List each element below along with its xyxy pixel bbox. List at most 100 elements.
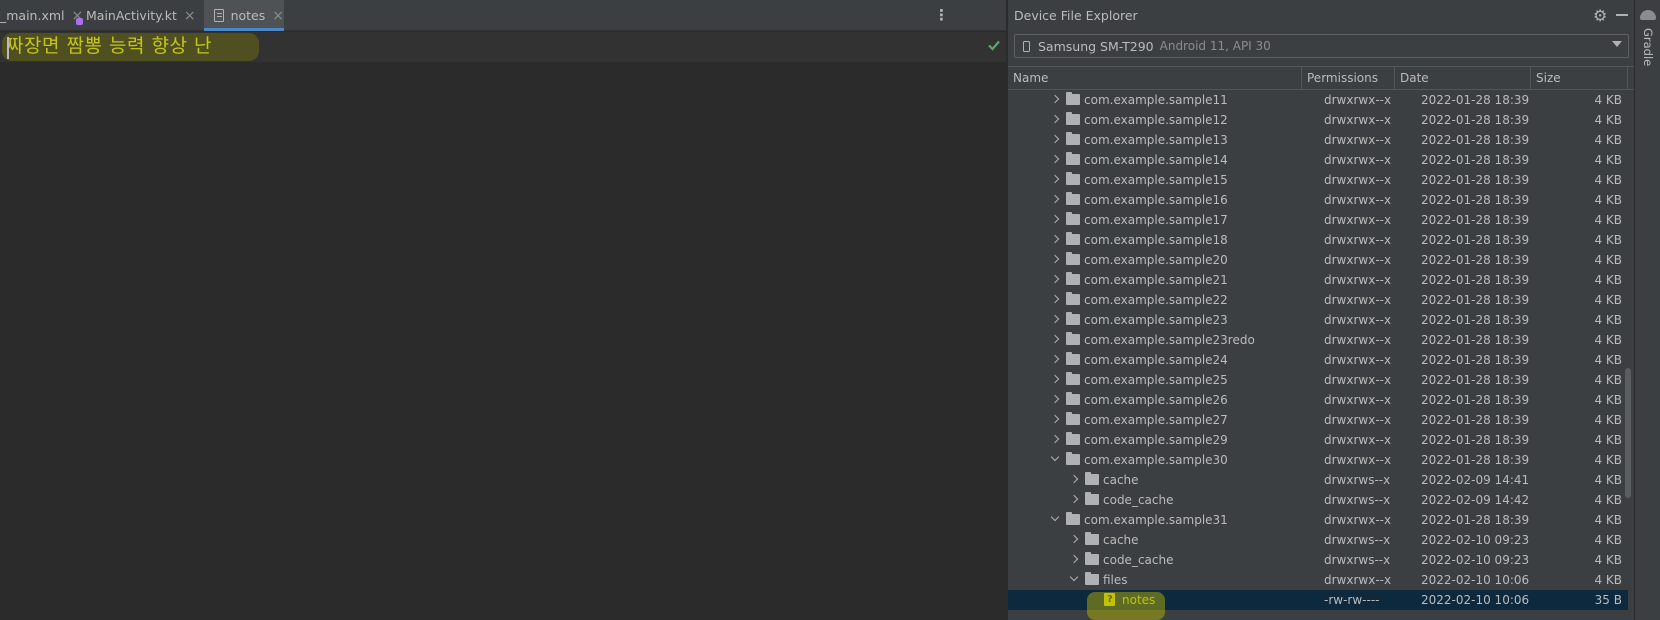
file-size: 4 KB [1594,133,1622,147]
folder-row[interactable]: com.example.sample16 drwxrwx--x 2022-01-28… [1008,190,1628,210]
folder-icon [1066,232,1080,245]
chevron-down-icon[interactable] [1612,41,1622,47]
chevron-right-icon[interactable] [1050,214,1060,224]
tab-notes[interactable]: notes × [204,0,284,31]
folder-row[interactable]: com.example.sample17 drwxrwx--x 2022-01-28… [1008,210,1628,230]
folder-row[interactable]: com.example.sample13 drwxrwx--x 2022-01-28… [1008,130,1628,150]
text-file-icon [214,9,224,22]
file-date: 2022-01-28 18:39 [1421,273,1530,287]
editor-text[interactable]: 짜장면 짬뽕 능력 향상 난 [6,34,212,58]
chevron-down-icon[interactable] [1050,452,1060,462]
file-name: com.example.sample12 [1084,113,1228,127]
folder-row[interactable]: com.example.sample20 drwxrwx--x 2022-01-28… [1008,250,1628,270]
chevron-right-icon[interactable] [1069,474,1079,484]
folder-row[interactable]: cache drwxrws--x 2022-02-09 14:41 4 KB [1008,470,1628,490]
file-size: 4 KB [1594,553,1622,567]
folder-row[interactable]: com.example.sample29 drwxrwx--x 2022-01-28… [1008,430,1628,450]
file-name: com.example.sample21 [1084,273,1228,287]
folder-row[interactable]: com.example.sample30 drwxrwx--x 2022-01-28… [1008,450,1628,470]
folder-row[interactable]: com.example.sample24 drwxrwx--x 2022-01-28… [1008,350,1628,370]
chevron-right-icon[interactable] [1050,274,1060,284]
folder-row[interactable]: com.example.sample12 drwxrwx--x 2022-01-28… [1008,110,1628,130]
file-permissions: drwxrwx--x [1324,213,1392,227]
chevron-right-icon[interactable] [1050,314,1060,324]
file-permissions: drwxrwx--x [1324,433,1392,447]
folder-row[interactable]: code_cache drwxrws--x 2022-02-09 14:42 4 KB [1008,490,1628,510]
chevron-down-icon[interactable] [1069,572,1079,582]
tab-mainactivity-kt[interactable]: MainActivity.kt × [76,0,196,31]
folder-icon [1066,412,1080,425]
folder-icon [1066,92,1080,105]
folder-row[interactable]: code_cache drwxrws--x 2022-02-10 09:23 4 KB [1008,550,1628,570]
chevron-right-icon[interactable] [1069,494,1079,504]
chevron-right-icon[interactable] [1050,414,1060,424]
folder-row[interactable]: com.example.sample23redo drwxrwx--x 2022-0… [1008,330,1628,350]
file-permissions: drwxrws--x [1324,473,1391,487]
folder-row[interactable]: com.example.sample26 drwxrwx--x 2022-01-28… [1008,390,1628,410]
chevron-right-icon[interactable] [1050,134,1060,144]
chevron-right-icon[interactable] [1050,394,1060,404]
gradle-tool-button[interactable]: Gradle [1641,28,1655,66]
chevron-right-icon[interactable] [1050,294,1060,304]
chevron-right-icon[interactable] [1050,94,1060,104]
minimize-icon[interactable] [1616,14,1628,16]
folder-row[interactable]: com.example.sample21 drwxrwx--x 2022-01-28… [1008,270,1628,290]
device-selector[interactable]: Samsung SM-T290 Android 11, API 30 [1014,34,1629,58]
folder-row[interactable]: com.example.sample22 drwxrwx--x 2022-01-28… [1008,290,1628,310]
folder-icon [1066,192,1080,205]
folder-row[interactable]: com.example.sample14 drwxrwx--x 2022-01-28… [1008,150,1628,170]
close-icon[interactable]: × [272,8,284,24]
file-name: com.example.sample18 [1084,233,1228,247]
folder-icon [1066,252,1080,265]
file-size: 35 B [1594,593,1622,607]
folder-icon [1066,152,1080,165]
chevron-right-icon[interactable] [1050,254,1060,264]
check-icon[interactable] [986,37,1002,53]
chevron-right-icon[interactable] [1050,154,1060,164]
folder-row[interactable]: files drwxrwx--x 2022-02-10 10:06 4 KB [1008,570,1628,590]
chevron-right-icon[interactable] [1050,194,1060,204]
folder-row[interactable]: com.example.sample31 drwxrwx--x 2022-01-28… [1008,510,1628,530]
folder-row[interactable]: com.example.sample25 drwxrwx--x 2022-01-28… [1008,370,1628,390]
chevron-right-icon[interactable] [1050,334,1060,344]
file-date: 2022-01-28 18:39 [1421,173,1530,187]
gradle-elephant-icon[interactable] [1640,10,1656,20]
folder-row[interactable]: com.example.sample15 drwxrwx--x 2022-01-28… [1008,170,1628,190]
folder-row[interactable]: com.example.sample11 drwxrwx--x 2022-01-28… [1008,90,1628,110]
vertical-scrollbar[interactable] [1625,368,1631,498]
editor-pane: _main.xml × MainActivity.kt × notes × ⋮ … [0,0,1006,620]
file-date: 2022-01-28 18:39 [1421,393,1530,407]
column-header-size[interactable]: Size [1531,67,1628,89]
phone-icon [1023,40,1030,52]
gear-icon[interactable]: ⚙ [1593,6,1607,25]
folder-icon [1066,332,1080,345]
chevron-right-icon[interactable] [1069,554,1079,564]
column-header-name[interactable]: Name [1008,67,1302,89]
chevron-right-icon[interactable] [1050,434,1060,444]
file-name: com.example.sample15 [1084,173,1228,187]
column-header-permissions[interactable]: Permissions [1302,67,1395,89]
folder-icon [1066,432,1080,445]
chevron-right-icon[interactable] [1050,174,1060,184]
chevron-right-icon[interactable] [1069,534,1079,544]
file-size: 4 KB [1594,353,1622,367]
chevron-right-icon[interactable] [1050,234,1060,244]
file-permissions: drwxrws--x [1324,553,1391,567]
chevron-down-icon[interactable] [1050,512,1060,522]
close-icon[interactable]: × [184,8,196,24]
file-permissions: drwxrwx--x [1324,453,1392,467]
chevron-right-icon[interactable] [1050,114,1060,124]
column-header-date[interactable]: Date [1395,67,1531,89]
chevron-right-icon[interactable] [1050,374,1060,384]
file-permissions: drwxrwx--x [1324,353,1392,367]
folder-row[interactable]: com.example.sample27 drwxrwx--x 2022-01-28… [1008,410,1628,430]
folder-row[interactable]: cache drwxrws--x 2022-02-10 09:23 4 KB [1008,530,1628,550]
chevron-right-icon[interactable] [1050,354,1060,364]
folder-row[interactable]: com.example.sample18 drwxrwx--x 2022-01-28… [1008,230,1628,250]
more-tabs-icon[interactable]: ⋮ [934,7,949,23]
folder-icon [1066,172,1080,185]
folder-row[interactable]: com.example.sample23 drwxrwx--x 2022-01-28… [1008,310,1628,330]
file-date: 2022-01-28 18:39 [1421,413,1530,427]
file-size: 4 KB [1594,433,1622,447]
tab-main-xml[interactable]: _main.xml × [0,0,83,31]
